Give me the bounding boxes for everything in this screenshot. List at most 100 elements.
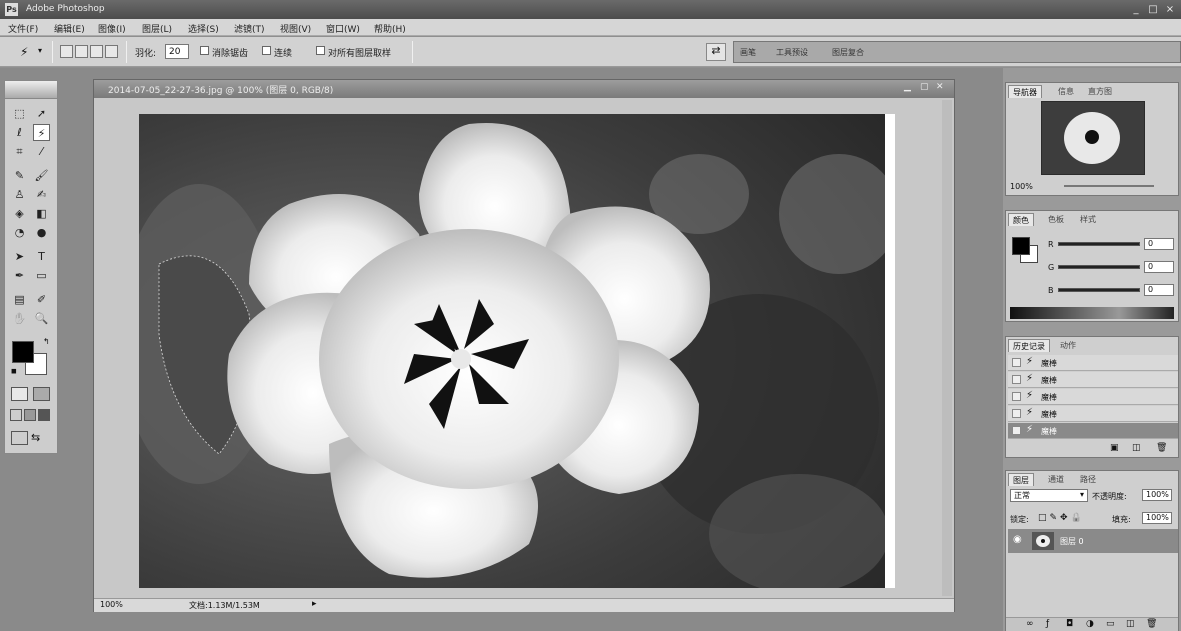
lock-icons[interactable]: □✎✥🔒	[1038, 513, 1085, 523]
history-item[interactable]: ⚡ 魔棒	[1008, 389, 1178, 405]
palette-well-icon[interactable]: ⇄	[706, 43, 726, 61]
screen-mode-2-icon[interactable]	[24, 409, 36, 421]
layer-name[interactable]: 图层 0	[1060, 536, 1084, 547]
vertical-scrollbar[interactable]	[942, 100, 952, 596]
foreground-color-swatch[interactable]	[12, 341, 34, 363]
adjustment-layer-icon[interactable]: ◑	[1086, 619, 1094, 629]
marquee-tool-icon[interactable]: ⬚	[11, 105, 28, 122]
menu-help[interactable]: 帮助(H)	[374, 22, 406, 35]
opacity-input[interactable]: 100%	[1142, 489, 1172, 501]
navigator-zoom[interactable]: 100%	[1010, 182, 1033, 191]
hand-tool-icon[interactable]: ✋	[11, 310, 28, 327]
navigator-thumbnail[interactable]	[1041, 101, 1145, 175]
status-menu-arrow-icon[interactable]: ▸	[312, 599, 317, 609]
magic-wand-tool-icon[interactable]: ⚡	[33, 124, 50, 141]
delete-layer-icon[interactable]: 🗑	[1146, 619, 1157, 629]
new-group-icon[interactable]: ▭	[1106, 619, 1115, 629]
blur-tool-icon[interactable]: ◔	[11, 224, 28, 241]
palette-tab-brushes[interactable]: 画笔	[740, 47, 756, 58]
history-brush-icon[interactable]: ✍	[33, 186, 50, 203]
clone-stamp-icon[interactable]: ♙	[11, 186, 28, 203]
navigator-zoom-slider[interactable]	[1064, 185, 1154, 187]
tab-history[interactable]: 历史记录	[1008, 339, 1050, 352]
menu-window[interactable]: 窗口(W)	[326, 22, 360, 35]
tab-styles[interactable]: 样式	[1076, 213, 1100, 226]
new-layer-icon[interactable]: ◫	[1126, 619, 1135, 629]
doc-minimize-button[interactable]: ▁	[904, 82, 911, 92]
eye-icon[interactable]: ◉	[1013, 534, 1022, 545]
standard-mode-icon[interactable]	[11, 387, 28, 401]
channel-r-slider[interactable]	[1058, 242, 1140, 246]
brush-tool-icon[interactable]: 🖌	[33, 167, 50, 184]
type-tool-icon[interactable]: T	[33, 248, 50, 265]
layer-mask-icon[interactable]: ◘	[1066, 619, 1073, 629]
dodge-tool-icon[interactable]: ●	[33, 224, 50, 241]
default-colors-icon[interactable]: ◼	[11, 367, 17, 375]
screen-mode-3-icon[interactable]	[38, 409, 50, 421]
jump-to-imageready-icon[interactable]	[11, 431, 28, 445]
palette-tab-layer-comps[interactable]: 图层复合	[832, 47, 864, 58]
tab-navigator[interactable]: 导航器	[1008, 85, 1042, 98]
swap-colors-icon[interactable]: ↰	[43, 337, 50, 346]
channel-b-slider[interactable]	[1058, 288, 1140, 292]
gradient-tool-icon[interactable]: ◧	[33, 205, 50, 222]
channel-g-slider[interactable]	[1058, 265, 1140, 269]
tab-info[interactable]: 信息	[1054, 85, 1078, 98]
maximize-button[interactable]: □	[1145, 3, 1161, 16]
doc-close-button[interactable]: ✕	[936, 82, 944, 92]
shape-tool-icon[interactable]: ▭	[33, 267, 50, 284]
screen-mode-1-icon[interactable]	[10, 409, 22, 421]
menu-select[interactable]: 选择(S)	[188, 22, 219, 35]
layer-style-icon[interactable]: ƒ	[1046, 619, 1049, 629]
delete-state-icon[interactable]: 🗑	[1156, 443, 1167, 453]
lasso-tool-icon[interactable]: ℓ	[11, 124, 28, 141]
image-canvas[interactable]	[139, 114, 885, 588]
color-fg-swatch[interactable]	[1012, 237, 1030, 255]
history-item[interactable]: ⚡ 魔棒	[1008, 355, 1178, 371]
intersect-selection-icon[interactable]	[105, 45, 118, 58]
tab-color[interactable]: 颜色	[1008, 213, 1034, 226]
tab-actions[interactable]: 动作	[1056, 339, 1080, 352]
quick-mask-icon[interactable]	[33, 387, 50, 401]
path-select-icon[interactable]: ➤	[11, 248, 28, 265]
fill-input[interactable]: 100%	[1142, 512, 1172, 524]
color-ramp[interactable]	[1010, 307, 1174, 319]
antialias-checkbox[interactable]	[200, 46, 209, 55]
add-selection-icon[interactable]	[75, 45, 88, 58]
move-tool-icon[interactable]: ➚	[33, 105, 50, 122]
magic-wand-tool-icon[interactable]: ⚡	[20, 45, 28, 59]
crop-tool-icon[interactable]: ⌗	[11, 143, 28, 160]
new-document-from-state-icon[interactable]: ▣	[1110, 443, 1119, 453]
channel-r-value[interactable]: 0	[1144, 238, 1174, 250]
pen-tool-icon[interactable]: ✒	[11, 267, 28, 284]
history-item-selected[interactable]: ⚡ 魔棒	[1008, 423, 1178, 439]
new-snapshot-icon[interactable]: ◫	[1132, 443, 1141, 453]
menu-image[interactable]: 图像(I)	[98, 22, 126, 35]
palette-tab-tool-presets[interactable]: 工具预设	[776, 47, 808, 58]
channel-b-value[interactable]: 0	[1144, 284, 1174, 296]
tab-layers[interactable]: 图层	[1008, 473, 1034, 486]
notes-tool-icon[interactable]: ▤	[11, 291, 28, 308]
menu-edit[interactable]: 编辑(E)	[54, 22, 85, 35]
zoom-value[interactable]: 100%	[100, 600, 123, 609]
eyedropper-tool-icon[interactable]: ✐	[33, 291, 50, 308]
tab-paths[interactable]: 路径	[1076, 473, 1100, 486]
sample-all-checkbox[interactable]	[316, 46, 325, 55]
close-button[interactable]: ×	[1162, 3, 1178, 16]
channel-g-value[interactable]: 0	[1144, 261, 1174, 273]
doc-maximize-button[interactable]: ▢	[920, 82, 929, 92]
feather-input[interactable]: 20	[165, 44, 189, 59]
new-selection-icon[interactable]	[60, 45, 73, 58]
menu-file[interactable]: 文件(F)	[8, 22, 38, 35]
history-item[interactable]: ⚡ 魔棒	[1008, 372, 1178, 388]
history-item[interactable]: ⚡ 魔棒	[1008, 406, 1178, 422]
eraser-tool-icon[interactable]: ◈	[11, 205, 28, 222]
blend-mode-select[interactable]: 正常 ▾	[1010, 489, 1088, 502]
tool-preset-chevron-icon[interactable]: ▾	[38, 46, 42, 55]
continuous-checkbox[interactable]	[262, 46, 271, 55]
tab-channels[interactable]: 通道	[1044, 473, 1068, 486]
link-layers-icon[interactable]: ∞	[1026, 619, 1034, 629]
slice-tool-icon[interactable]: ⁄	[33, 143, 50, 160]
layer-row[interactable]: ◉ 图层 0	[1008, 529, 1178, 553]
menu-filter[interactable]: 滤镜(T)	[234, 22, 265, 35]
